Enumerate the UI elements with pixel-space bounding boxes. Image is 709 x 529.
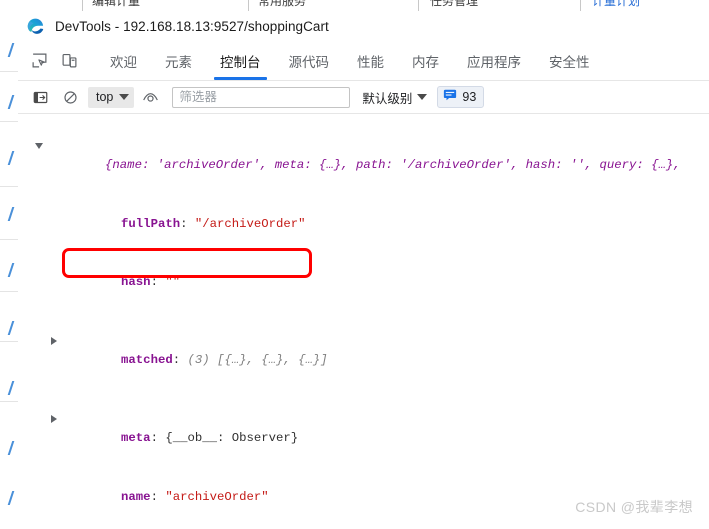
property-sep: :: [172, 353, 188, 367]
devtools-tabbar: 欢迎 元素 控制台 源代码 性能 内存 应用程序 安全性: [18, 41, 709, 81]
tab-elements[interactable]: 元素: [151, 42, 206, 80]
tab-security[interactable]: 安全性: [535, 42, 604, 80]
watermark: CSDN @我辈李想: [575, 499, 693, 515]
issues-badge[interactable]: 93: [437, 86, 485, 108]
property-key: meta: [121, 431, 151, 445]
object-property-hash: hash: "": [18, 254, 709, 313]
object-property-fullPath: fullPath: "/archiveOrder": [18, 195, 709, 254]
object-header-line[interactable]: {name: 'archiveOrder', meta: {…}, path: …: [18, 117, 709, 195]
device-toolbar-icon[interactable]: [56, 49, 82, 73]
property-sep: :: [150, 275, 166, 289]
property-key: name: [121, 489, 151, 504]
triangle-down-icon[interactable]: [34, 137, 44, 157]
property-sep: :: [150, 489, 166, 504]
property-key: fullPath: [121, 216, 181, 231]
background-tab-divider: [82, 0, 83, 11]
background-glyph: [6, 381, 15, 395]
log-level-selector[interactable]: 默认级别: [362, 88, 428, 107]
tab-label: 性能: [357, 54, 384, 70]
background-glyph: [6, 43, 15, 57]
background-tab-divider: [248, 0, 249, 11]
console-toolbar: top 默认级别 93: [18, 81, 709, 114]
background-row-separator: [0, 291, 18, 292]
background-row-separator: [0, 71, 18, 72]
tab-label: 欢迎: [110, 54, 137, 70]
triangle-right-icon[interactable]: [50, 410, 60, 430]
background-glyph: [6, 151, 15, 165]
background-window-left-sliver: [0, 11, 19, 529]
issues-message-icon: [443, 88, 457, 106]
property-key: hash: [121, 275, 151, 289]
tab-label: 源代码: [288, 54, 330, 70]
triangle-right-icon[interactable]: [50, 332, 60, 352]
console-sidebar-icon[interactable]: [28, 86, 52, 108]
tab-welcome[interactable]: 欢迎: [96, 42, 151, 80]
background-row-separator: [0, 341, 18, 342]
property-value: "archiveOrder": [165, 489, 269, 504]
devtools-window: DevTools - 192.168.18.13:9527/shoppingCa…: [18, 11, 709, 529]
background-row-separator: [0, 239, 18, 240]
property-value: "": [165, 275, 181, 289]
window-title: DevTools - 192.168.18.13:9527/shoppingCa…: [55, 18, 329, 34]
tab-memory[interactable]: 内存: [398, 42, 453, 80]
property-sep: :: [150, 431, 166, 445]
console-message-route-object[interactable]: {name: 'archiveOrder', meta: {…}, path: …: [18, 114, 709, 529]
background-row-separator: [0, 186, 18, 187]
edge-logo-icon: [26, 17, 45, 36]
tab-performance[interactable]: 性能: [343, 42, 398, 80]
eye-icon[interactable]: [138, 86, 162, 108]
background-glyph: [6, 263, 15, 277]
property-value: (3) [{…}, {…}, {…}]: [187, 353, 328, 367]
property-sep: :: [180, 216, 195, 231]
issues-count: 93: [462, 90, 477, 104]
clear-console-icon[interactable]: [58, 86, 82, 108]
tab-label: 元素: [165, 54, 192, 70]
background-tab-divider: [580, 0, 581, 11]
background-tab-label-0: 编辑计量: [92, 0, 141, 8]
tab-console[interactable]: 控制台: [206, 42, 275, 80]
execution-context-label: top: [96, 90, 114, 104]
background-tab-label-3: 计量计划: [592, 0, 641, 8]
object-property-matched[interactable]: matched: (3) [{…}, {…}, {…}]: [18, 312, 709, 390]
object-header-text: {name: 'archiveOrder', meta: {…}, path: …: [105, 158, 681, 172]
tab-label: 安全性: [549, 54, 590, 70]
background-tab-divider: [418, 0, 419, 11]
console-message-list[interactable]: {name: 'archiveOrder', meta: {…}, path: …: [18, 114, 709, 529]
background-glyph: [6, 491, 15, 505]
titlebar: DevTools - 192.168.18.13:9527/shoppingCa…: [18, 11, 709, 41]
log-level-label: 默认级别: [362, 91, 413, 106]
background-glyph: [6, 321, 15, 335]
background-tab-label-1: 常用服务: [258, 0, 307, 8]
chevron-down-icon: [417, 94, 428, 100]
tab-sources[interactable]: 源代码: [275, 42, 344, 80]
background-glyph: [6, 95, 15, 109]
background-row-separator: [0, 401, 18, 402]
background-tab-label-2: 任务管理: [430, 0, 479, 8]
property-value: {__ob__: Observer}: [165, 431, 299, 445]
execution-context-selector[interactable]: top: [88, 86, 135, 108]
inspect-element-icon[interactable]: [26, 49, 52, 73]
tab-label: 控制台: [220, 54, 261, 70]
background-glyph: [6, 441, 15, 455]
tab-application[interactable]: 应用程序: [453, 42, 535, 80]
chevron-down-icon: [119, 94, 130, 100]
filter-input[interactable]: [172, 86, 351, 108]
object-property-meta[interactable]: meta: {__ob__: Observer}: [18, 390, 709, 468]
property-key: matched: [121, 353, 173, 367]
tab-label: 内存: [412, 54, 439, 70]
background-row-separator: [0, 121, 18, 122]
tab-label: 应用程序: [467, 54, 521, 70]
property-value: "/archiveOrder": [194, 216, 306, 231]
background-glyph: [6, 207, 15, 221]
